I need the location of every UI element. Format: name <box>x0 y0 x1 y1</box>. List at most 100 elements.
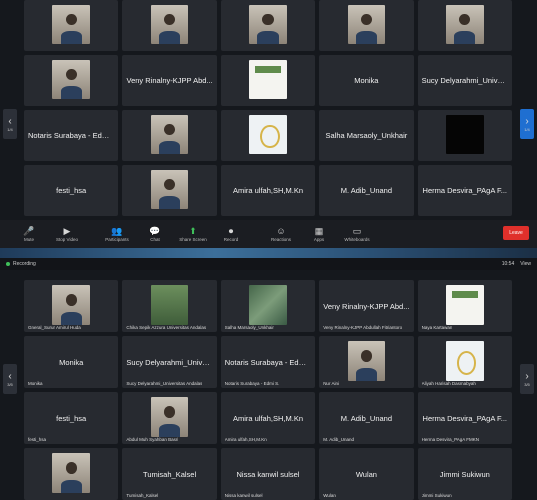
next-page-button[interactable]: › 3/5 <box>520 364 534 394</box>
person-body <box>159 196 181 209</box>
participant-video <box>52 60 91 99</box>
person-body <box>60 86 82 99</box>
view-button[interactable]: View <box>520 261 531 267</box>
mute-button[interactable]: 🎤 Mute <box>10 221 48 247</box>
participant-tile[interactable] <box>24 448 119 500</box>
participant-tile[interactable] <box>220 110 316 161</box>
meeting-toolbar: 🎤 Mute ▶ Stop Video 👥 Participants 💬 Chat ⬆ Share… <box>0 220 537 248</box>
participant-tile[interactable]: M. Adib_Unand M. Adib_Unand <box>319 392 414 444</box>
leave-button[interactable]: Leave <box>503 226 529 240</box>
participant-caption: Naya Kartawan <box>421 325 453 330</box>
person-body <box>159 424 181 437</box>
participant-tile[interactable]: Veny Rinalny-KJPP Abd... <box>122 55 217 106</box>
participant-tile[interactable] <box>122 165 217 216</box>
recording-indicator[interactable]: Recording <box>6 261 36 267</box>
participant-name: festi_hsa <box>56 186 87 195</box>
participant-tile[interactable]: Salha Marsaoly_Unkhair <box>319 110 414 161</box>
participant-caption: Nissa kanwil sulsel <box>224 493 263 498</box>
desktop-background <box>0 248 537 258</box>
share-screen-button[interactable]: ⬆ Share Screen <box>174 221 212 247</box>
whiteboards-icon: ▭ <box>352 226 362 236</box>
participant-tile[interactable] <box>220 55 316 106</box>
participant-name: Veny Rinalny-KJPP Abd... <box>323 301 410 311</box>
participant-tile[interactable]: Naya Kartawan <box>417 280 512 332</box>
toolbar-label: Participants <box>105 237 129 242</box>
participant-name: Nissa kanwil sulsel <box>236 469 300 479</box>
stop-video-button[interactable]: ▶ Stop Video <box>48 221 86 247</box>
participant-tile[interactable]: Herma Desvira_PAgA F... <box>417 165 512 216</box>
participant-tile[interactable]: Herma Desvira_PAgA F... Herma Desvira_PAg… <box>417 392 512 444</box>
participant-tile[interactable]: Wulan Wulan <box>319 448 414 500</box>
participant-tile[interactable] <box>417 0 512 51</box>
participant-tile[interactable] <box>122 0 217 51</box>
participant-name: festi_hsa <box>56 413 87 423</box>
chat-button[interactable]: 💬 Chat <box>136 221 174 247</box>
participant-tile[interactable]: M. Adib_Unand <box>319 165 414 216</box>
participant-video <box>445 5 484 44</box>
next-page-button[interactable]: › 1/4 <box>520 109 534 139</box>
page-indicator: 1/4 <box>7 126 13 132</box>
participant-video <box>52 285 91 325</box>
participant-tile[interactable]: Tumisah_Kalsel Tumisah_Kalsel <box>122 448 217 500</box>
chat-icon: 💬 <box>149 226 161 236</box>
person-head <box>65 68 77 81</box>
participant-name: Jimmi Sukiwun <box>439 469 490 479</box>
participant-tile[interactable]: Monika <box>319 55 414 106</box>
participant-tile[interactable] <box>122 110 217 161</box>
participant-tile[interactable]: Veny Rinalny-KJPP Abd... Veny Rinalny-KJP… <box>319 280 414 332</box>
participant-name: Sucy Delyarahmi_Univer... <box>126 357 215 367</box>
prev-page-button[interactable]: ‹ 1/4 <box>3 109 17 139</box>
reactions-button[interactable]: ☺ Reactions <box>262 221 300 247</box>
participant-tile[interactable]: festi_hsa festi_hsa <box>24 392 119 444</box>
recording-bar: Recording 10:54 View <box>0 258 537 270</box>
participant-tile[interactable] <box>417 110 512 161</box>
participant-tile[interactable]: Salha Marsaoly_Unkhair <box>220 280 316 332</box>
participant-tile[interactable]: Gneral_Surur Amirul Huda <box>24 280 119 332</box>
participant-name: Herma Desvira_PAgA F... <box>422 186 508 195</box>
participant-tile[interactable]: Notaris Surabaya - Edmi... <box>24 110 119 161</box>
participant-tile[interactable]: Sucy Delyarahmi_Univer... <box>417 55 512 106</box>
participant-caption: Aliyah Harisah Dasmabyah <box>421 381 476 386</box>
whiteboards-button[interactable]: ▭ Whiteboards <box>338 221 376 247</box>
participant-name: M. Adib_Unand <box>340 186 393 195</box>
participant-caption: Herma Desvira_PAgA FMKN <box>421 437 480 442</box>
participant-tile[interactable]: Amira ulfah,SH,M.Kn Amira ulfah,SH,M.Kn <box>220 392 316 444</box>
participant-tile[interactable]: Sucy Delyarahmi_Univer... Sucy Delyarahmi… <box>122 336 217 388</box>
participant-tile[interactable]: Chika Sepik Azzura Universitas Andalas <box>122 280 217 332</box>
person-head <box>65 293 77 306</box>
participant-tile[interactable] <box>319 0 414 51</box>
participant-caption: Veny Rinalny-KJPP Abdullah Fitriantoro <box>323 325 403 330</box>
participants-button[interactable]: 👥 Participants <box>98 221 136 247</box>
participant-tile[interactable]: Nur Aini <box>319 336 414 388</box>
participant-video <box>347 5 386 44</box>
participant-tile[interactable]: Amira ulfah,SH,M.Kn <box>220 165 316 216</box>
participant-tile[interactable]: Monika Monika <box>24 336 119 388</box>
video-grid-top: Veny Rinalny-KJPP Abd... Monika Sucy Delya… <box>24 0 512 216</box>
participant-name: Monika <box>354 76 379 85</box>
person-head <box>163 178 176 191</box>
person-body <box>355 31 377 44</box>
participant-caption: Chika Sepik Azzura Universitas Andalas <box>126 325 207 330</box>
person-body <box>159 31 181 44</box>
participant-tile[interactable] <box>220 0 316 51</box>
participant-tile[interactable]: Abdul Muh Syahban Basri <box>122 392 217 444</box>
participant-name: Notaris Surabaya - Edmi... <box>28 131 116 140</box>
apps-button[interactable]: ▦ Apps <box>300 221 338 247</box>
participant-tile[interactable] <box>24 0 119 51</box>
participants-icon: 👥 <box>111 226 123 236</box>
participant-caption: Jimmi Sukiwun <box>421 493 452 498</box>
participant-name: Salha Marsaoly_Unkhair <box>325 131 408 140</box>
toolbar-label: Record <box>223 237 239 242</box>
prev-page-button[interactable]: ‹ 3/5 <box>3 364 17 394</box>
person-body <box>60 31 82 44</box>
participant-caption: Nur Aini <box>323 381 339 386</box>
record-button[interactable]: ⏺ Record <box>212 221 250 247</box>
participant-tile[interactable]: Aliyah Harisah Dasmabyah <box>417 336 512 388</box>
participant-caption: Abdul Muh Syahban Basri <box>126 437 179 442</box>
participant-tile[interactable]: Nissa kanwil sulsel Nissa kanwil sulsel <box>220 448 316 500</box>
participant-name: Notaris Surabaya - Edmi... <box>224 357 313 367</box>
participant-tile[interactable]: Notaris Surabaya - Edmi... Notaris Suraba… <box>220 336 316 388</box>
participant-tile[interactable]: Jimmi Sukiwun Jimmi Sukiwun <box>417 448 512 500</box>
participant-tile[interactable]: festi_hsa <box>24 165 119 216</box>
participant-tile[interactable] <box>24 55 119 106</box>
